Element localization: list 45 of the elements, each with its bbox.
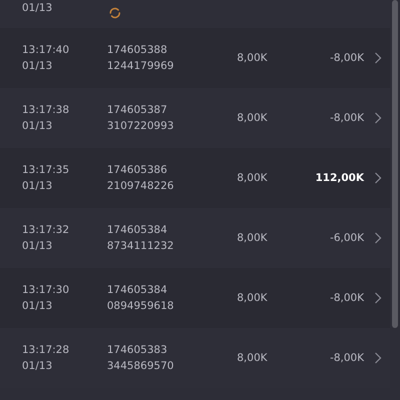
round-id: 174605388 [107,43,168,58]
chevron-right-icon[interactable] [374,52,382,64]
bet-amount: 8,00K [237,112,268,124]
bet-amount: 8,00K [237,292,268,304]
win-amount: 112,00K [315,172,364,184]
win-amount: -6,00K [330,232,364,244]
round-id: 174605384 [107,223,168,238]
chevron-right-icon[interactable] [374,352,382,364]
bet-date: 01/13 [22,1,54,16]
ticket-id: 3107220993 [107,119,175,134]
loading-spinner-icon [108,6,122,20]
bet-amount: 8,00K [237,172,268,184]
bet-amount: 8,00K [237,232,268,244]
bet-time: 13:17:40 [22,43,70,58]
round-id: 174605386 [107,163,168,178]
bet-date: 01/13 [22,59,54,74]
chevron-right-icon[interactable] [374,112,382,124]
chevron-right-icon[interactable] [374,292,382,304]
bet-time: 13:17:28 [22,343,70,358]
ticket-id: 8734111232 [107,239,175,254]
ticket-id: 0894959618 [107,299,175,314]
chevron-right-icon[interactable] [374,232,382,244]
win-amount: -8,00K [330,292,364,304]
bet-time: 13:17:38 [22,103,70,118]
round-id: 174605384 [107,283,168,298]
round-id: 174605387 [107,103,168,118]
win-amount: -8,00K [330,112,364,124]
scrollbar-thumb[interactable] [392,0,398,328]
bet-time: 13:17:30 [22,283,70,298]
bet-date: 01/13 [22,359,54,374]
bet-amount: 8,00K [237,52,268,64]
bet-date: 01/13 [22,119,54,134]
bet-time: 13:17:32 [22,223,70,238]
win-amount: -8,00K [330,52,364,64]
bet-date: 01/13 [22,239,54,254]
bet-amount: 8,00K [237,352,268,364]
round-id: 174605383 [107,343,168,358]
ticket-id: 1244179969 [107,59,175,74]
ticket-id: 3445869570 [107,359,175,374]
bet-time: 13:17:35 [22,163,70,178]
ticket-id: 2109748226 [107,179,175,194]
chevron-right-icon[interactable] [374,172,382,184]
win-amount: -8,00K [330,352,364,364]
bet-date: 01/13 [22,179,54,194]
bet-date: 01/13 [22,299,54,314]
